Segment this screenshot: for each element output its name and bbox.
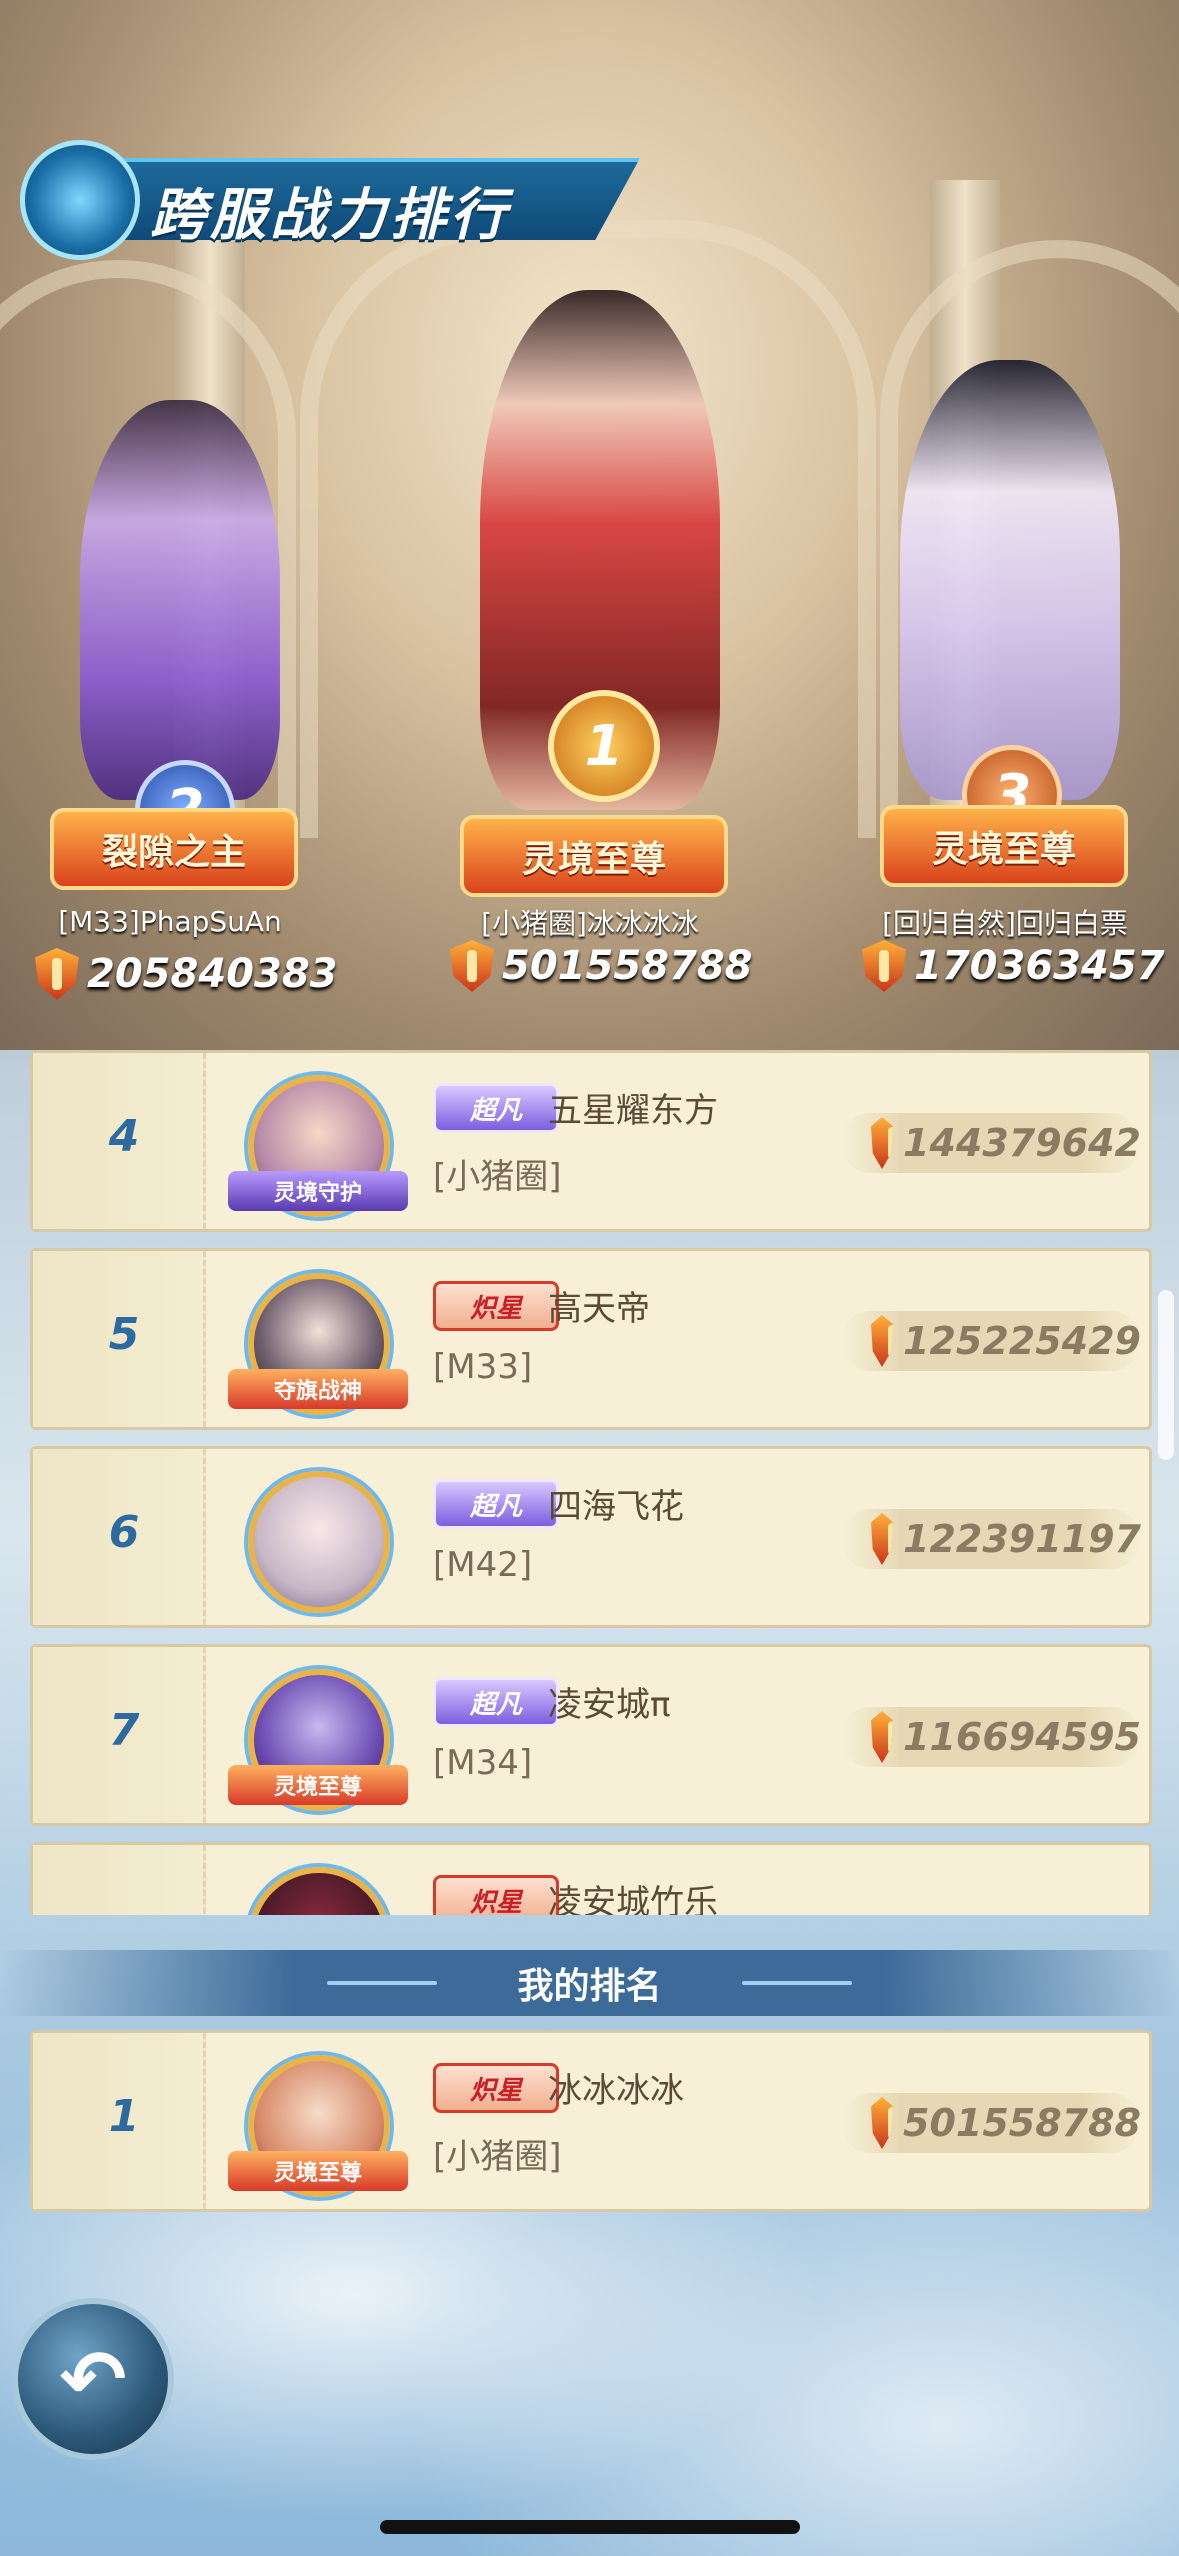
hero-name: [回归自然]回归白票: [882, 907, 1128, 940]
player-power: 125225429: [841, 1311, 1141, 1371]
hero-figure: [80, 400, 280, 800]
rank-badge: 超凡: [433, 1083, 559, 1133]
avatar-tag: 夺旗战神: [228, 1369, 408, 1409]
my-rank-header: 我的排名: [0, 1950, 1179, 2016]
shield-icon: [871, 1513, 894, 1565]
player-name: 冰冰冰冰: [548, 2071, 684, 2111]
shield-icon: [871, 1117, 894, 1169]
hero-rank-2[interactable]: 2 裂隙之主 [M33]PhapSuAn 205840383: [0, 380, 360, 1020]
avatar-tag: 灵境守护: [228, 1171, 408, 1211]
avatar-tag: 灵境至尊: [228, 1765, 408, 1805]
table-row[interactable]: 炽星 凌安城竹乐: [30, 1842, 1152, 1915]
page-title: 跨服战力排行: [150, 183, 510, 248]
rank-badge: 超凡: [433, 1479, 559, 1529]
player-name: 五星耀东方: [548, 1091, 718, 1131]
player-power: 501558788: [841, 2093, 1141, 2153]
guild-name: [M33]: [433, 1347, 533, 1387]
hero-name: [小猪圈]冰冰冰冰: [481, 907, 699, 940]
hero-rank-1[interactable]: 1 灵境至尊 [小猪圈]冰冰冰冰 501558788: [420, 280, 780, 1020]
table-row[interactable]: 5 夺旗战神 炽星 高天帝 [M33] 125225429: [30, 1248, 1152, 1430]
guild-name: [M42]: [433, 1545, 533, 1585]
avatar[interactable]: [248, 1471, 390, 1613]
player-power: 122391197: [841, 1509, 1141, 1569]
ranking-emblem-icon: [20, 140, 140, 260]
shield-icon: [871, 1315, 894, 1367]
shield-icon: [871, 2097, 894, 2149]
player-name: 凌安城π: [548, 1685, 671, 1725]
rank-number: 4: [108, 1111, 140, 1162]
player-power: 144379642: [841, 1113, 1141, 1173]
rank-number: 6: [108, 1507, 140, 1558]
rank-number: 5: [108, 1309, 140, 1360]
hero-title-plaque: 灵境至尊: [460, 815, 728, 897]
my-rank-label: 我的排名: [517, 1966, 662, 2007]
hero-power: 170363457: [862, 940, 1165, 992]
avatar-tag: 灵境至尊: [228, 2151, 408, 2191]
rank-number: 1: [108, 2091, 140, 2142]
home-indicator[interactable]: [380, 2520, 800, 2534]
hero-rank-3[interactable]: 3 灵境至尊 [回归自然]回归白票 170363457: [840, 240, 1179, 1020]
scrollbar[interactable]: [1158, 1290, 1174, 1460]
table-row[interactable]: 7 灵境至尊 超凡 凌安城π [M34] 116694595: [30, 1644, 1152, 1826]
player-power: 116694595: [841, 1707, 1141, 1767]
shield-icon: [35, 948, 79, 1000]
hero-title-plaque: 裂隙之主: [50, 808, 298, 890]
back-button[interactable]: ↶: [12, 2298, 174, 2460]
hero-figure: [900, 360, 1120, 800]
rank-badge: 炽星: [433, 1875, 559, 1915]
rank-badge: 炽星: [433, 2063, 559, 2113]
rank-badge: 超凡: [433, 1677, 559, 1727]
rank-medal-1: 1: [548, 690, 660, 802]
table-row[interactable]: 6 超凡 四海飞花 [M42] 122391197: [30, 1446, 1152, 1628]
rank-number: 7: [108, 1705, 140, 1756]
title-banner: 跨服战力排行: [20, 140, 640, 260]
my-rank-row[interactable]: 1 灵境至尊 炽星 冰冰冰冰 [小猪圈] 501558788: [30, 2030, 1152, 2212]
hero-name: [M33]PhapSuAn: [58, 905, 282, 938]
guild-name: [小猪圈]: [433, 1157, 562, 1197]
player-name: 四海飞花: [548, 1487, 684, 1527]
hero-title-plaque: 灵境至尊: [880, 805, 1128, 887]
rank-badge: 炽星: [433, 1281, 559, 1331]
shield-icon: [450, 940, 494, 992]
player-name: 高天帝: [548, 1289, 650, 1329]
guild-name: [小猪圈]: [433, 2137, 562, 2177]
avatar[interactable]: [248, 1867, 390, 1915]
hero-power: 501558788: [450, 940, 753, 992]
shield-icon: [862, 940, 906, 992]
player-name: 凌安城竹乐: [548, 1883, 718, 1915]
hero-power: 205840383: [35, 948, 338, 1000]
ranking-list[interactable]: 4 灵境守护 超凡 五星耀东方 [小猪圈] 144379642 5 夺旗战神 炽…: [30, 1050, 1152, 1915]
table-row[interactable]: 4 灵境守护 超凡 五星耀东方 [小猪圈] 144379642: [30, 1050, 1152, 1232]
back-arrow-icon: ↶: [59, 2332, 127, 2426]
shield-icon: [871, 1711, 894, 1763]
guild-name: [M34]: [433, 1743, 533, 1783]
